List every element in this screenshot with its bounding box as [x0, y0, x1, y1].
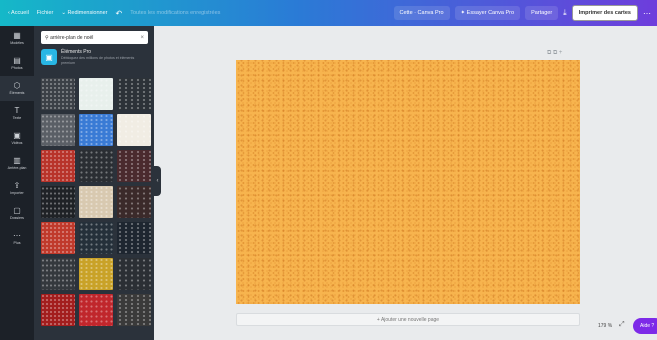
background-results-grid: [41, 78, 151, 326]
print-button[interactable]: Imprimer des cartes: [571, 5, 638, 21]
background-thumbnail[interactable]: [41, 186, 75, 218]
more-icon: ⋯: [13, 231, 21, 240]
rail-label: Modèles: [10, 41, 24, 45]
background-icon: ▥: [13, 156, 21, 165]
rail-item-more[interactable]: ⋯ Plus: [0, 226, 34, 251]
rail-item-text[interactable]: T Texte: [0, 101, 34, 126]
collapse-panel-handle[interactable]: ‹: [154, 166, 161, 196]
background-thumbnail[interactable]: [79, 222, 113, 254]
background-thumbnail[interactable]: [79, 258, 113, 290]
home-link[interactable]: ‹ Accueil: [8, 10, 29, 16]
canva-editor: ‹ Accueil Fichier ⌄ Redimensionner ↶ Tou…: [0, 0, 657, 340]
background-thumbnail[interactable]: [79, 114, 113, 146]
photos-icon: ▤: [13, 56, 21, 65]
background-thumbnail[interactable]: [117, 258, 151, 290]
background-thumbnail[interactable]: [117, 78, 151, 110]
background-thumbnail[interactable]: [117, 186, 151, 218]
background-thumbnail[interactable]: [117, 294, 151, 326]
rail-item-videos[interactable]: ▣ Vidéos: [0, 126, 34, 151]
elements-panel: ⚲ arrière-plan de noël × ▣ Éléments Pro …: [34, 26, 154, 340]
download-icon[interactable]: ⤓: [563, 8, 567, 18]
rail-label: Arrière-plan: [7, 166, 27, 170]
background-thumbnail[interactable]: [117, 114, 151, 146]
page-tools[interactable]: ⧉ ⧉ +: [547, 50, 562, 57]
design-page[interactable]: [236, 60, 580, 304]
background-thumbnail[interactable]: [41, 114, 75, 146]
add-page-button[interactable]: + Ajouter une nouvelle page: [236, 313, 580, 326]
rail-label: Vidéos: [11, 141, 23, 145]
more-icon[interactable]: ⋯: [643, 9, 651, 18]
pro-elements-promo[interactable]: ▣ Éléments Pro Débloquez des millions de…: [41, 47, 148, 73]
rail-label: Éléments: [9, 91, 25, 95]
resize-menu[interactable]: ⌄ Redimensionner: [61, 10, 107, 16]
pro-elements-icon: ▣: [41, 49, 57, 65]
background-thumbnail[interactable]: [79, 78, 113, 110]
rail-item-elements[interactable]: ⬡ Éléments: [0, 76, 34, 101]
top-toolbar: ‹ Accueil Fichier ⌄ Redimensionner ↶ Tou…: [0, 0, 657, 26]
rail-label: Photos: [11, 66, 23, 70]
promo-text: Débloquez des millions de photos et élém…: [61, 56, 135, 65]
side-icon-rail: ▦ Modèles ▤ Photos ⬡ Éléments T Texte ▣ Vidéo…: [0, 26, 34, 340]
toolbar-left: ‹ Accueil Fichier ⌄ Redimensionner ↶ Tou…: [0, 9, 220, 18]
zoom-level[interactable]: 179 %: [598, 323, 612, 329]
background-thumbnail[interactable]: [117, 222, 151, 254]
templates-icon: ▦: [13, 31, 21, 40]
rail-label: Texte: [12, 116, 22, 120]
rail-label: Importer: [10, 191, 24, 195]
help-button[interactable]: Aide ?: [633, 318, 657, 334]
background-thumbnail[interactable]: [41, 222, 75, 254]
rail-item-templates[interactable]: ▦ Modèles: [0, 26, 34, 51]
clear-icon[interactable]: ×: [140, 35, 144, 41]
background-thumbnail[interactable]: [79, 150, 113, 182]
text-icon: T: [14, 106, 20, 115]
file-menu[interactable]: Fichier: [37, 10, 54, 16]
background-thumbnail[interactable]: [117, 150, 151, 182]
share-button[interactable]: Partager: [525, 6, 559, 20]
fullscreen-icon[interactable]: ⤢: [619, 321, 625, 329]
toolbar-right: Cette · Canva Pro ✦ Essayer Canva Pro Pa…: [393, 5, 657, 21]
rail-item-background[interactable]: ▥ Arrière-plan: [0, 151, 34, 176]
rail-label: Dossiers: [10, 216, 24, 220]
canva-pro-label[interactable]: Cette · Canva Pro: [393, 6, 450, 20]
upgrade-button[interactable]: ✦ Essayer Canva Pro: [454, 6, 521, 20]
promo-title: Éléments Pro: [61, 49, 92, 55]
upload-icon: ⇪: [13, 181, 21, 190]
rail-item-folders[interactable]: ▢ Dossiers: [0, 201, 34, 226]
rail-item-uploads[interactable]: ⇪ Importer: [0, 176, 34, 201]
folder-icon: ▢: [13, 206, 21, 215]
background-thumbnail[interactable]: [79, 186, 113, 218]
background-thumbnail[interactable]: [41, 150, 75, 182]
background-thumbnail[interactable]: [41, 78, 75, 110]
video-icon: ▣: [13, 131, 21, 140]
undo-icon[interactable]: ↶: [116, 9, 123, 18]
background-thumbnail[interactable]: [79, 294, 113, 326]
rail-label: Plus: [13, 241, 21, 245]
background-thumbnail[interactable]: [41, 258, 75, 290]
save-status: Toutes les modifications enregistrées: [130, 10, 221, 16]
elements-icon: ⬡: [13, 81, 21, 90]
rail-item-photos[interactable]: ▤ Photos: [0, 51, 34, 76]
search-input[interactable]: ⚲ arrière-plan de noël ×: [41, 31, 148, 44]
search-value: arrière-plan de noël: [50, 34, 94, 41]
background-thumbnail[interactable]: [41, 294, 75, 326]
